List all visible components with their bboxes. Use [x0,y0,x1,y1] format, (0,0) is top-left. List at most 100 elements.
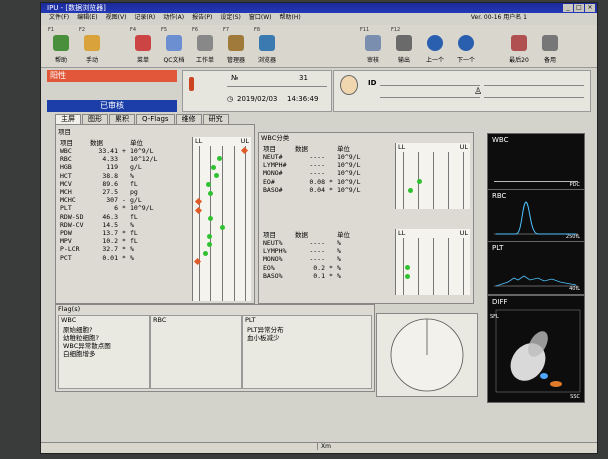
wbc-diff-panel: WBC分类 项目 数据 单位 NEUT# ---- 10^9/L LYMPH# ---- 10^… [258,132,474,304]
toolbar-button-r1[interactable]: F12 输出 [390,27,418,65]
param-flag [326,169,336,177]
menu-item-4[interactable]: 动作(A) [163,14,184,21]
wbc-abs-table: 项目 数据 单位 NEUT# ---- 10^9/L LYMPH# ---- 10^9/L MON… [262,143,372,194]
column-header: 项目 [263,145,276,153]
grid-line [447,152,449,209]
param-unit: 10^9/L [337,153,361,162]
param-name: RDW-SD [60,212,84,221]
param-name: NEUT% [263,239,283,248]
toolbar-button-r0[interactable]: F11 审核 [359,27,387,65]
param-flag [119,180,129,188]
close-button[interactable]: × [585,4,595,12]
param-value: ---- [309,169,325,178]
tab-4[interactable]: 维修 [175,114,202,124]
table-row[interactable]: PCT 0.01 *% [59,253,165,262]
toolbar-button-3[interactable]: F5 QC文档 [160,27,188,65]
param-name: WBC [60,147,72,156]
table-row[interactable]: LYMPH% ----% [262,247,372,255]
grid-line [245,146,247,301]
param-unit: 10^9/L [337,177,361,186]
toolbar-icon [365,35,381,51]
toolbar-button-r4[interactable]: 最后20 [505,27,533,65]
param-name: HGB [60,163,72,172]
grid-line [462,152,464,209]
toolbar-button-6[interactable]: F8 浏览器 [253,27,281,65]
ul-label: UL [240,137,249,145]
param-flag: * [122,245,126,254]
toolbar-label: 备用 [543,57,556,64]
tab-strip: 主屏 图形 累积 Q-Flags 维修 研究 [55,114,230,124]
ll-label: LL [195,137,203,145]
toolbar-button-4[interactable]: F6 工作单 [191,27,219,65]
table-row[interactable]: EO% 0.2 *% [262,264,372,272]
tab-3[interactable]: Q-Flags [136,114,175,124]
sample-header: 阳性 已审核 № 31 ◷ 2019/02/03 14:36:49 ID ♙ [45,70,593,114]
param-unit: % [337,247,341,256]
table-row[interactable]: LYMPH# ---- 10^9/L [262,161,372,169]
table-row[interactable]: MPV 10.2 * fL [59,237,165,245]
table-row[interactable]: WBC 33.41 +10^9/L [59,147,165,155]
main-range-grid: LL UL [192,137,251,301]
table-row[interactable]: MCHC 307- g/L [59,196,165,204]
table-row[interactable]: HGB 119 g/L [59,163,165,171]
table-row[interactable]: PDW 13.7 * fL [59,229,165,237]
table-row[interactable]: MONO% ----% [262,255,372,263]
param-flag: * [329,263,333,272]
grid-line [198,146,200,301]
toolbar-button-1[interactable]: F2 手动 [78,27,106,65]
in-range-marker [219,224,225,230]
menu-item-7[interactable]: 窗口(W) [249,14,272,21]
table-row[interactable]: HCT 38.8% [59,172,165,180]
table-row[interactable]: RDW-SD 46.3 fL [59,213,165,221]
table-row[interactable]: NEUT% ----% [262,239,372,247]
menu-item-0[interactable]: 文件(F) [49,14,69,21]
menu-item-8[interactable]: 帮助(H) [280,14,301,21]
menu-item-5[interactable]: 报告(P) [192,14,212,21]
tab-5[interactable]: 研究 [202,114,229,124]
toolbar-button-r3[interactable]: 下一个 [452,27,480,65]
table-row[interactable]: P-LCR 32.7 *% [59,245,165,253]
menu-item-3[interactable]: 记录(R) [134,14,155,21]
toolbar-button-5[interactable]: F7 管理器 [222,27,250,65]
menu-item-2[interactable]: 视图(V) [106,14,127,21]
toolbar-button-0[interactable]: F1 帮助 [47,27,75,65]
in-range-marker [408,187,414,193]
param-flag [326,239,336,247]
column-header [326,229,336,239]
grid-line [233,146,235,301]
table-row[interactable]: MCV 89.6 fL [59,180,165,188]
toolbar-label: 手动 [85,57,98,64]
tab-0[interactable]: 主屏 [55,114,81,124]
table-row[interactable]: MONO# ---- 10^9/L [262,169,372,177]
toolbar-button-r2[interactable]: 上一个 [421,27,449,65]
menu-item-6[interactable]: 设定(S) [220,14,241,21]
table-row[interactable]: EO# 0.08 * 10^9/L [262,178,372,186]
function-key-label: F6 [192,27,199,33]
menu-item-1[interactable]: 编辑(E) [77,14,97,21]
param-flag: * [122,237,126,246]
function-key-label: F2 [79,27,86,33]
tab-2[interactable]: 累积 [109,114,135,124]
toolbar-icon [259,35,275,51]
toolbar-button-2[interactable]: F4 菜单 [129,27,157,65]
table-row[interactable]: MCH 27.5 pg [59,188,165,196]
param-unit: % [337,239,341,248]
table-row[interactable]: BASO# 0.04 * 10^9/L [262,186,372,194]
table-row[interactable]: BASO% 0.1 *% [262,272,372,280]
table-row[interactable]: PLT 6 * 10^9/L [59,204,165,212]
table-row[interactable]: RBC 4.33 10^12/L [59,155,165,163]
grid-line [433,238,434,295]
toolbar-button-r5[interactable]: 备用 [536,27,564,65]
param-name: MPV [60,237,72,246]
param-flag: + [122,147,126,156]
maximize-button[interactable]: □ [574,4,584,12]
table-row[interactable]: RDW-CV 14.5% [59,221,165,229]
minimize-button[interactable]: _ [563,4,573,12]
table-row[interactable]: NEUT# ---- 10^9/L [262,153,372,161]
toolbar-icon [228,35,244,51]
plt-flag-item: 血小板减少 [247,334,280,342]
param-name: LYMPH# [263,161,287,170]
function-key-label: F11 [360,27,370,33]
tab-1[interactable]: 图形 [82,114,108,124]
wbc-panel-title: WBC分类 [261,134,290,142]
